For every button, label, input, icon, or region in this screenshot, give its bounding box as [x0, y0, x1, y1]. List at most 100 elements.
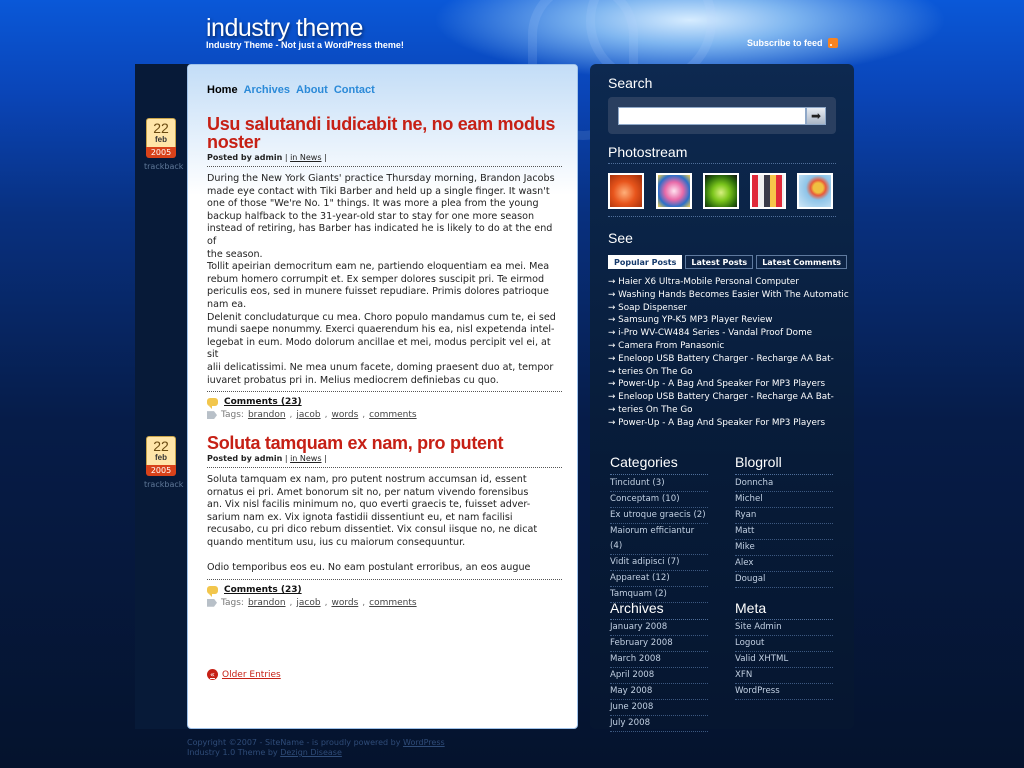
category-link[interactable]: Conceptam (10)	[610, 492, 708, 508]
search-input[interactable]	[618, 107, 806, 125]
nav-home[interactable]: Home	[207, 84, 238, 96]
date-year: 2005	[146, 147, 176, 158]
archive-link[interactable]: June 2008	[610, 700, 708, 716]
list-item[interactable]: → Camera From Panasonic	[608, 340, 848, 353]
list-item[interactable]: → Power-Up - A Bag And Speaker For MP3 P…	[608, 417, 848, 430]
archive-link[interactable]: January 2008	[610, 620, 708, 636]
post-body: Soluta tamquam ex nam, pro putent nostru…	[207, 468, 562, 580]
post-title[interactable]: Soluta tamquam ex nam, pro putent	[207, 434, 562, 452]
list-item[interactable]: → Eneloop USB Battery Charger - Recharge…	[608, 353, 848, 366]
list-item[interactable]: → Washing Hands Becomes Easier With The …	[608, 289, 849, 302]
see-tabs: Popular Posts Latest Posts Latest Commen…	[608, 255, 848, 269]
older-entries-link[interactable]: « Older Entries	[207, 669, 281, 680]
photo-thumbnail[interactable]	[656, 173, 692, 209]
archive-link[interactable]: February 2008	[610, 636, 708, 652]
archive-link[interactable]: March 2008	[610, 652, 708, 668]
trackback-link[interactable]: trackback	[144, 480, 183, 489]
list-item[interactable]: → Soap Dispenser	[608, 302, 848, 315]
archive-link[interactable]: April 2008	[610, 668, 708, 684]
older-entries-label[interactable]: Older Entries	[222, 670, 281, 680]
tag-icon	[207, 411, 217, 420]
meta-link[interactable]: Valid XHTML	[735, 652, 833, 668]
blogroll-heading: Blogroll	[735, 454, 782, 470]
tag-link[interactable]: jacob	[296, 410, 320, 420]
tab-popular-posts[interactable]: Popular Posts	[608, 255, 683, 269]
subscribe-label[interactable]: Subscribe to feed	[747, 38, 823, 48]
dezign-disease-link[interactable]: Dezign Disease	[280, 748, 342, 757]
post-category-link[interactable]: in News	[290, 153, 321, 162]
archives-list: January 2008 February 2008 March 2008 Ap…	[610, 620, 708, 732]
divider	[608, 216, 836, 217]
tag-link[interactable]: words	[331, 598, 358, 608]
subscribe-feed-link[interactable]: Subscribe to feed	[747, 38, 838, 48]
comment-bubble-icon	[207, 585, 218, 597]
tag-link[interactable]: brandon	[248, 598, 286, 608]
site-tagline: Industry Theme - Not just a WordPress th…	[206, 40, 404, 50]
trackback-link[interactable]: trackback	[144, 162, 183, 171]
tag-link[interactable]: jacob	[296, 598, 320, 608]
search-submit-button[interactable]: ➡	[806, 107, 826, 125]
categories-heading: Categories	[610, 454, 678, 470]
blogroll-link[interactable]: Mike	[735, 540, 833, 556]
meta-link[interactable]: Site Admin	[735, 620, 833, 636]
nav-archives[interactable]: Archives	[244, 84, 290, 96]
list-item[interactable]: → teries On The Go	[608, 404, 848, 417]
tag-link[interactable]: comments	[369, 410, 416, 420]
tags-row: Tags: brandon, jacob, words, comments	[207, 598, 562, 608]
post-meta: Posted by admin | in News |	[207, 153, 562, 167]
list-item[interactable]: → teries On The Go	[608, 366, 848, 379]
wordpress-link[interactable]: WordPress	[403, 738, 445, 747]
tab-latest-comments[interactable]: Latest Comments	[756, 255, 848, 269]
list-item[interactable]: → Haier X6 Ultra-Mobile Personal Compute…	[608, 276, 848, 289]
post-title[interactable]: Usu salutandi iudicabit ne, no eam modus…	[207, 115, 562, 151]
photo-thumbnail[interactable]	[797, 173, 833, 209]
meta-list: Site Admin Logout Valid XHTML XFN WordPr…	[735, 620, 833, 700]
comments-link[interactable]: Comments (23)	[224, 397, 302, 407]
tab-latest-posts[interactable]: Latest Posts	[685, 255, 754, 269]
nav-about[interactable]: About	[296, 84, 328, 96]
tag-link[interactable]: comments	[369, 598, 416, 608]
divider	[608, 163, 836, 164]
archive-link[interactable]: July 2008	[610, 716, 708, 732]
comments-link[interactable]: Comments (23)	[224, 585, 302, 595]
post-category-link[interactable]: in News	[290, 454, 321, 463]
category-link[interactable]: Ex utroque graecis (2)	[610, 508, 708, 524]
list-item[interactable]: → Power-Up - A Bag And Speaker For MP3 P…	[608, 378, 848, 391]
see-heading: See	[608, 230, 633, 246]
photo-thumbnail[interactable]	[608, 173, 644, 209]
meta-link[interactable]: Logout	[735, 636, 833, 652]
site-title[interactable]: industry theme	[206, 14, 363, 43]
back-arrow-icon[interactable]: «	[207, 669, 218, 680]
date-day: 22 feb	[146, 436, 176, 468]
photo-thumbnail[interactable]	[703, 173, 739, 209]
blogroll-link[interactable]: Alex	[735, 556, 833, 572]
blogroll-link[interactable]: Michel	[735, 492, 833, 508]
blogroll-link[interactable]: Donncha	[735, 476, 833, 492]
footer-credits: Industry 1.0 Theme by Dezign Disease	[187, 748, 342, 757]
post-meta: Posted by admin | in News |	[207, 454, 562, 468]
meta-heading: Meta	[735, 600, 767, 616]
category-link[interactable]: Maiorum efficiantur (4)	[610, 524, 708, 555]
archive-link[interactable]: May 2008	[610, 684, 708, 700]
comments-row: Comments (23)	[207, 397, 562, 410]
blogroll-link[interactable]: Dougal	[735, 572, 833, 588]
category-link[interactable]: Vidit adipisci (7)	[610, 555, 708, 571]
popular-posts-list: → Haier X6 Ultra-Mobile Personal Compute…	[608, 276, 849, 430]
categories-list: Tincidunt (3) Conceptam (10) Ex utroque …	[610, 476, 708, 603]
nav-contact[interactable]: Contact	[334, 84, 375, 96]
meta-link[interactable]: WordPress	[735, 684, 833, 700]
tags-label: Tags:	[221, 410, 244, 421]
list-item[interactable]: → i-Pro WV-CW484 Series - Vandal Proof D…	[608, 327, 848, 340]
list-item[interactable]: → Eneloop USB Battery Charger - Recharge…	[608, 391, 848, 404]
rss-icon[interactable]	[827, 38, 838, 48]
tag-link[interactable]: brandon	[248, 410, 286, 420]
category-link[interactable]: Tincidunt (3)	[610, 476, 708, 492]
date-day: 22 feb	[146, 118, 176, 150]
photo-thumbnail[interactable]	[750, 173, 786, 209]
meta-link[interactable]: XFN	[735, 668, 833, 684]
blogroll-link[interactable]: Matt	[735, 524, 833, 540]
blogroll-link[interactable]: Ryan	[735, 508, 833, 524]
category-link[interactable]: Appareat (12)	[610, 571, 708, 587]
tag-link[interactable]: words	[331, 410, 358, 420]
list-item[interactable]: → Samsung YP-K5 MP3 Player Review	[608, 314, 848, 327]
